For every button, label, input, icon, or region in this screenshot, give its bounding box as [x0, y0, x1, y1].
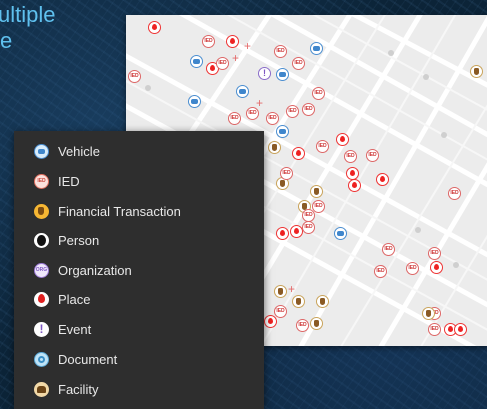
place-marker[interactable]	[264, 315, 277, 328]
vehicle-marker[interactable]	[276, 68, 289, 81]
ied-marker[interactable]: IED	[292, 57, 305, 70]
organization-icon: ORG	[34, 262, 49, 278]
financial-transaction-marker[interactable]	[274, 285, 287, 298]
ied-marker[interactable]: IED	[428, 323, 441, 336]
place-icon	[34, 291, 49, 307]
event-icon: !	[34, 321, 49, 337]
vehicle-marker[interactable]	[334, 227, 347, 240]
ied-marker[interactable]: IED	[228, 112, 241, 125]
ied-marker[interactable]: IED	[366, 149, 379, 162]
legend-label: Document	[58, 351, 118, 367]
ied-marker[interactable]: IED	[302, 221, 315, 234]
legend-item-event: ! Event	[34, 319, 91, 339]
place-marker[interactable]	[376, 173, 389, 186]
vehicle-marker[interactable]	[276, 125, 289, 138]
financial-transaction-marker[interactable]	[310, 317, 323, 330]
place-marker[interactable]	[346, 167, 359, 180]
person-icon	[34, 232, 49, 248]
ied-marker[interactable]: IED	[344, 150, 357, 163]
ied-marker[interactable]: IED	[296, 319, 309, 332]
ied-marker[interactable]: IED	[128, 70, 141, 83]
legend-label: Financial Transaction	[58, 203, 181, 219]
legend-label: Facility	[58, 381, 99, 397]
vehicle-marker[interactable]	[310, 42, 323, 55]
cross-marker: +	[256, 96, 264, 110]
legend-item-organization: ORG Organization	[34, 260, 132, 280]
legend-label: Event	[58, 321, 92, 337]
legend-item-vehicle: Vehicle	[34, 141, 100, 161]
cross-marker: +	[244, 39, 252, 53]
ied-marker[interactable]: IED	[274, 45, 287, 58]
ied-marker[interactable]: IED	[286, 105, 299, 118]
place-marker[interactable]	[276, 227, 289, 240]
cross-marker: +	[288, 282, 296, 296]
ied-marker[interactable]: IED	[280, 167, 293, 180]
legend-item-ied: IED IED	[34, 171, 80, 191]
ied-marker[interactable]: IED	[302, 103, 315, 116]
place-marker[interactable]	[292, 147, 305, 160]
ied-marker[interactable]: IED	[216, 57, 229, 70]
legend-label: IED	[58, 173, 80, 189]
document-icon	[34, 351, 49, 367]
vehicle-marker[interactable]	[236, 85, 249, 98]
ied-marker[interactable]: IED	[406, 262, 419, 275]
place-marker[interactable]	[454, 323, 467, 336]
ied-marker[interactable]: IED	[202, 35, 215, 48]
ied-marker[interactable]: IED	[316, 140, 329, 153]
ied-marker[interactable]: IED	[266, 112, 279, 125]
financial-transaction-marker[interactable]	[470, 65, 483, 78]
ied-marker[interactable]: IED	[374, 265, 387, 278]
facility-icon	[34, 381, 49, 397]
legend-item-financial-transaction: Financial Transaction	[34, 201, 181, 221]
legend-label: Place	[58, 291, 91, 307]
ied-marker[interactable]: IED	[312, 87, 325, 100]
ied-marker[interactable]: IED	[274, 305, 287, 318]
financial-transaction-icon	[34, 203, 49, 219]
headline-line-2: e	[0, 28, 13, 53]
ied-marker[interactable]: IED	[448, 187, 461, 200]
vehicle-marker[interactable]	[190, 55, 203, 68]
place-marker[interactable]	[348, 179, 361, 192]
place-marker[interactable]	[336, 133, 349, 146]
ied-icon: IED	[34, 173, 49, 189]
legend-panel: Vehicle IED IED Financial Transaction Pe…	[14, 131, 264, 409]
financial-transaction-marker[interactable]	[422, 307, 435, 320]
legend-label: Vehicle	[58, 143, 100, 159]
place-marker[interactable]	[226, 35, 239, 48]
headline-line-1: ultiple	[0, 2, 56, 27]
event-marker[interactable]: !	[258, 67, 271, 80]
legend-label: Person	[58, 232, 100, 248]
vehicle-icon	[34, 143, 49, 159]
place-marker[interactable]	[430, 261, 443, 274]
place-marker[interactable]	[148, 21, 161, 34]
financial-transaction-marker[interactable]	[292, 295, 305, 308]
legend-label: Organization	[58, 262, 132, 278]
cross-marker: +	[232, 51, 240, 65]
headline: ultiple e	[0, 2, 55, 54]
ied-marker[interactable]: IED	[428, 247, 441, 260]
legend-item-facility: Facility	[34, 379, 98, 399]
legend-item-document: Document	[34, 349, 117, 369]
financial-transaction-marker[interactable]	[310, 185, 323, 198]
legend-item-person: Person	[34, 230, 99, 250]
financial-transaction-marker[interactable]	[316, 295, 329, 308]
legend-item-place: Place	[34, 289, 91, 309]
ied-marker[interactable]: IED	[382, 243, 395, 256]
vehicle-marker[interactable]	[188, 95, 201, 108]
financial-transaction-marker[interactable]	[268, 141, 281, 154]
